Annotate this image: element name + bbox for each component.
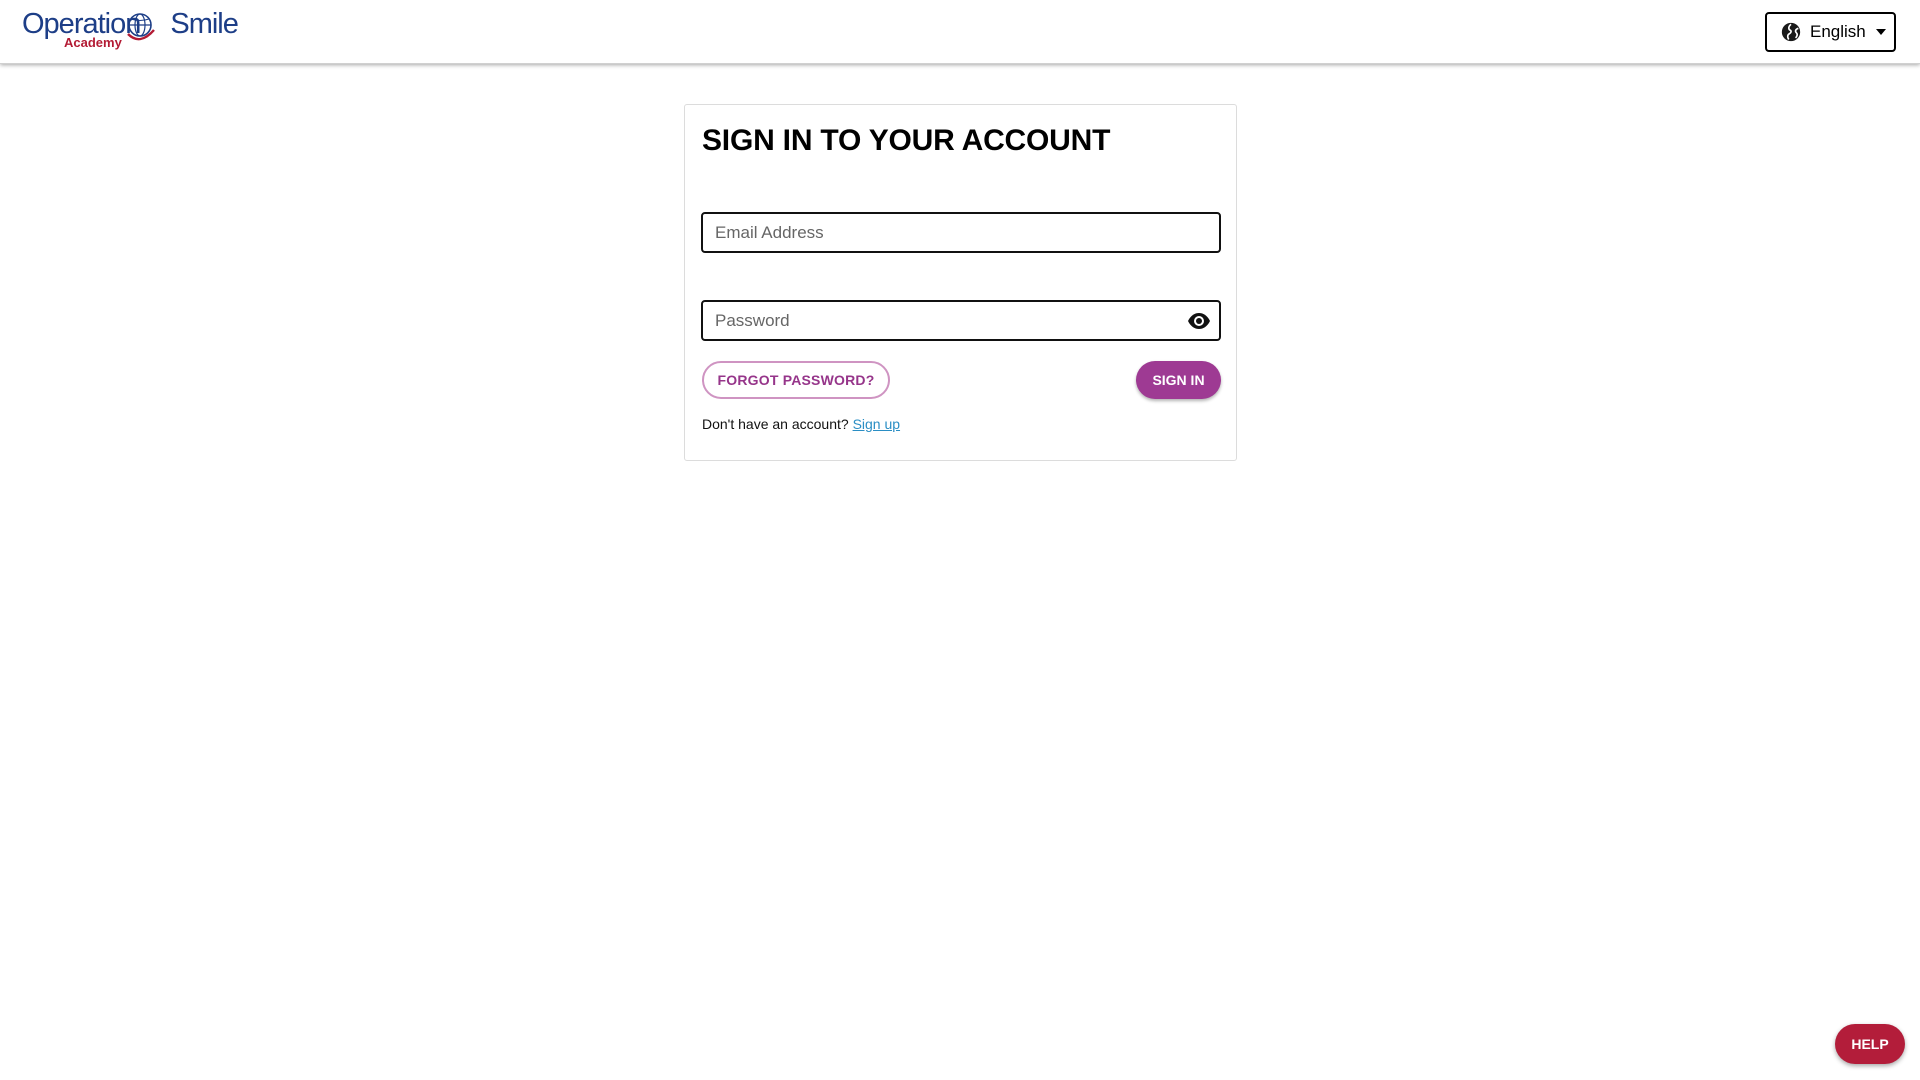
email-field-wrapper (701, 212, 1221, 253)
top-header: Operation Smile Academy English (0, 0, 1920, 64)
password-field[interactable] (703, 302, 1219, 339)
caret-down-icon (1875, 29, 1886, 35)
operation-smile-academy-logo[interactable]: Operation Smile Academy (22, 7, 239, 53)
logo-brand-right: Smile (170, 8, 239, 40)
help-button[interactable]: HELP (1835, 1024, 1905, 1064)
forgot-password-button[interactable]: FORGOT PASSWORD? (702, 361, 890, 399)
globe-logo-icon (127, 13, 155, 41)
globe-icon (1781, 22, 1801, 42)
email-field[interactable] (703, 214, 1219, 251)
password-field-wrapper (701, 300, 1221, 341)
eye-icon[interactable] (1187, 311, 1211, 331)
no-account-text: Don't have an account? (702, 416, 849, 432)
sign-in-card: SIGN IN TO YOUR ACCOUNT FORGOT PASSWORD?… (684, 104, 1237, 461)
language-label: English (1810, 22, 1866, 41)
signup-prompt: Don't have an account? Sign up (702, 416, 900, 432)
sign-up-link[interactable]: Sign up (853, 416, 900, 432)
logo-subtitle: Academy (64, 35, 122, 50)
language-selector[interactable]: English (1765, 12, 1896, 52)
sign-in-button[interactable]: SIGN IN (1136, 361, 1221, 399)
page-title: SIGN IN TO YOUR ACCOUNT (702, 124, 1111, 157)
